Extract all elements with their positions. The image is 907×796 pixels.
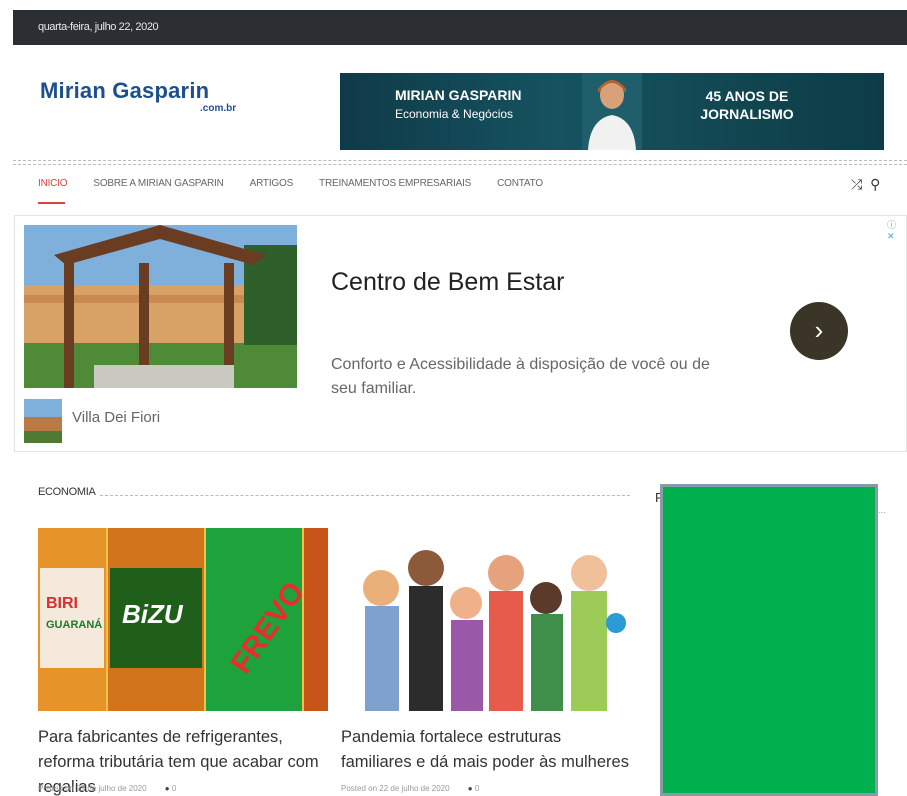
nav-separator (13, 160, 907, 165)
comment-icon[interactable]: ● (468, 784, 473, 793)
active-nav-underline (38, 202, 65, 204)
ad-brand-thumbnail (24, 399, 62, 443)
ad-title[interactable]: Centro de Bem Estar (331, 268, 564, 297)
nav-item-sobre[interactable]: SOBRE A MIRIAN GASPARIN (93, 178, 223, 189)
top-bar: quarta-feira, julho 22, 2020 (13, 10, 907, 45)
adchoices-icon[interactable]: ⓘ ✕ (887, 218, 906, 242)
banner-line3: 45 ANOS DE JORNALISMO (700, 88, 794, 122)
logo-name: Mirian Gasparin (40, 78, 210, 103)
svg-text:BIRI: BIRI (46, 595, 78, 612)
post-image-family[interactable] (341, 528, 628, 711)
banner-line2: Economia & Negócios (395, 107, 514, 121)
portrait-photo (582, 73, 642, 150)
section-divider (100, 495, 630, 496)
section-title[interactable]: ECONOMIA (38, 486, 96, 498)
post-image-soda[interactable]: BIRI GUARANÁ BiZU FREVO (38, 528, 328, 711)
comment-count[interactable]: 0 (172, 784, 176, 793)
svg-text:BiZU: BiZU (122, 599, 184, 629)
ad-block[interactable]: Centro de Bem Estar Conforto e Acessibil… (14, 215, 907, 452)
post-date: Posted on 22 de julho de 2020 (38, 784, 147, 793)
header-banner[interactable]: MIRIAN GASPARIN Economia & Negócios 45 A… (340, 73, 884, 150)
ad-image[interactable] (24, 225, 297, 388)
sidebar-divider: ... (878, 505, 886, 515)
banner-line1: MIRIAN GASPARIN (395, 87, 522, 103)
nav-item-artigos[interactable]: ARTIGOS (250, 178, 294, 189)
current-date: quarta-feira, julho 22, 2020 (38, 21, 159, 33)
logo-tld: .com.br (200, 103, 237, 114)
ad-next-button[interactable]: › (790, 302, 848, 360)
svg-text:GUARANÁ: GUARANÁ (46, 618, 102, 631)
post-title-2[interactable]: Pandemia fortalece estruturas familiares… (341, 725, 631, 775)
post-meta-1: Posted on 22 de julho de 2020 ● 0 (38, 784, 176, 793)
ad-brand[interactable]: Villa Dei Fiori (72, 409, 160, 426)
nav-item-contato[interactable]: CONTATO (497, 178, 543, 189)
ad-description: Conforto e Acessibilidade à disposição d… (331, 356, 710, 397)
nav-item-inicio[interactable]: INICIO (38, 178, 68, 189)
comment-icon[interactable]: ● (165, 784, 170, 793)
nav-icons: ⤮ ⚲ (851, 176, 880, 193)
comment-count[interactable]: 0 (475, 784, 479, 793)
sidebar-ad-placeholder[interactable] (660, 484, 878, 796)
search-icon[interactable]: ⚲ (870, 176, 880, 192)
site-logo[interactable]: Mirian Gasparin .com.br (40, 78, 236, 114)
main-nav: INICIO SOBRE A MIRIAN GASPARIN ARTIGOS T… (38, 178, 543, 189)
nav-item-treinamentos[interactable]: TREINAMENTOS EMPRESARIAIS (319, 178, 471, 189)
post-meta-2: Posted on 22 de julho de 2020 ● 0 (341, 784, 479, 793)
shuffle-icon[interactable]: ⤮ (851, 176, 862, 192)
post-date: Posted on 22 de julho de 2020 (341, 784, 450, 793)
